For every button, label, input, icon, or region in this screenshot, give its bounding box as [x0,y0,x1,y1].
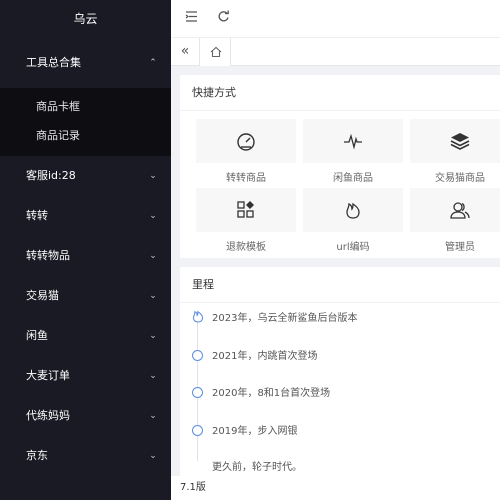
timeline-card: 里程 2023年，乌云全新鲨鱼后台版本 2021年，内跳首次登场 2020年，8… [180,267,500,477]
sidebar-item-zhuanzhuan[interactable]: 转转 ⌄ [0,196,171,236]
users-icon [450,202,470,219]
timeline-text: 2023年，乌云全新鲨鱼后台版本 [212,313,358,324]
chevron-down-icon: ⌄ [149,291,157,301]
shortcut-jiaoyimao-goods[interactable]: 交易猫商品 [410,119,500,184]
chevron-down-icon: ⌄ [149,451,157,461]
chevron-down-icon: ⌄ [149,251,157,261]
menu-toggle-icon[interactable] [183,10,199,26]
sidebar-item-damai-orders[interactable]: 大麦订单 ⌄ [0,356,171,396]
shortcut-zhuanzhuan-goods[interactable]: 转转商品 [196,119,296,184]
submenu-item-product-log[interactable]: 商品记录 [0,121,171,150]
sidebar-item-service[interactable]: 客服id:28 ⌄ [0,156,171,196]
sidebar-item-label: 京东 [26,449,48,462]
sidebar-item-label: 客服id:28 [26,169,76,182]
chevron-down-icon: ⌄ [149,331,157,341]
shortcut-admin[interactable]: 管理员 [410,188,500,253]
sidebar-item-xianyu[interactable]: 闲鱼 ⌄ [0,316,171,356]
sidebar-item-label: 交易猫 [26,289,59,302]
fire-icon [192,310,204,323]
submenu-tools: 商品卡框 商品记录 [0,88,171,156]
sidebar-item-dailian-mama[interactable]: 代练妈妈 ⌄ [0,396,171,436]
timeline-item: 2021年，内跳首次登场 [192,347,492,367]
double-chevron-left-icon[interactable]: « [175,42,195,62]
shortcut-label: 转转商品 [226,173,266,184]
chevron-up-icon: ⌃ [149,58,157,68]
brand-title: 乌云 [0,0,171,38]
timeline-item: 更久前，轮子时代。 [192,458,492,478]
sidebar-item-jd[interactable]: 京东 ⌄ [0,436,171,476]
timeline-dot [192,425,203,436]
shortcut-refund-template[interactable]: 退款模板 [196,188,296,253]
menu-head-label: 工具总合集 [26,56,81,69]
fire-icon [346,202,360,219]
timeline-text: 2020年，8和1台首次登场 [212,388,331,399]
tab-bar: « [171,38,500,66]
shortcut-xianyu-goods[interactable]: 闲鱼商品 [303,119,403,184]
main-content: 快捷方式 转转商品 闲鱼商品 交易猫商品 退款模板 url编码 管理员 里程 2… [171,66,500,500]
version-footer: 7.1版 [171,476,500,500]
sidebar-item-zhuanzhuan-goods[interactable]: 转转物品 ⌄ [0,236,171,276]
sidebar: 乌云 工具总合集 ⌃ 商品卡框 商品记录 客服id:28 ⌄ 转转 ⌄ 转转物品… [0,0,171,500]
timeline-item: 2023年，乌云全新鲨鱼后台版本 [192,309,492,329]
timeline-title: 里程 [180,267,500,303]
tab-home[interactable] [199,38,231,66]
shortcut-label: 交易猫商品 [435,173,485,184]
timeline-text: 更久前，轮子时代。 [212,462,302,473]
sidebar-item-label: 大麦订单 [26,369,70,382]
shortcut-label: url编码 [336,242,370,253]
menu-head-tools[interactable]: 工具总合集 ⌃ [0,38,171,88]
shortcuts-card: 快捷方式 转转商品 闲鱼商品 交易猫商品 退款模板 url编码 管理员 [180,75,500,258]
timeline-text: 2021年，内跳首次登场 [212,351,318,362]
timeline-item: 2020年，8和1台首次登场 [192,384,492,404]
shortcut-label: 管理员 [445,242,475,253]
submenu-item-product-frame[interactable]: 商品卡框 [0,92,171,121]
chevron-down-icon: ⌄ [149,211,157,221]
chevron-down-icon: ⌄ [149,371,157,381]
sidebar-item-label: 转转物品 [26,249,70,262]
refresh-icon[interactable] [215,10,231,26]
timeline-dot [192,350,203,361]
gauge-icon [237,133,255,151]
shortcut-label: 退款模板 [226,242,266,253]
sidebar-item-label: 代练妈妈 [26,409,70,422]
menu-group-tools: 工具总合集 ⌃ 商品卡框 商品记录 [0,38,171,156]
home-icon [210,46,222,58]
pulse-icon [344,133,362,150]
timeline-item: 2019年，步入网银 [192,422,492,442]
chevron-down-icon: ⌄ [149,411,157,421]
timeline-dot [192,387,203,398]
sidebar-item-label: 闲鱼 [26,329,48,342]
layers-icon [450,133,470,150]
apps-icon [237,201,254,218]
sidebar-item-label: 转转 [26,209,48,222]
sidebar-item-jiaoyimao[interactable]: 交易猫 ⌄ [0,276,171,316]
shortcut-url-encode[interactable]: url编码 [303,188,403,253]
shortcut-label: 闲鱼商品 [333,173,373,184]
top-bar [171,0,500,38]
chevron-down-icon: ⌄ [149,171,157,181]
timeline-text: 2019年，步入网银 [212,426,298,437]
shortcuts-title: 快捷方式 [180,75,500,111]
